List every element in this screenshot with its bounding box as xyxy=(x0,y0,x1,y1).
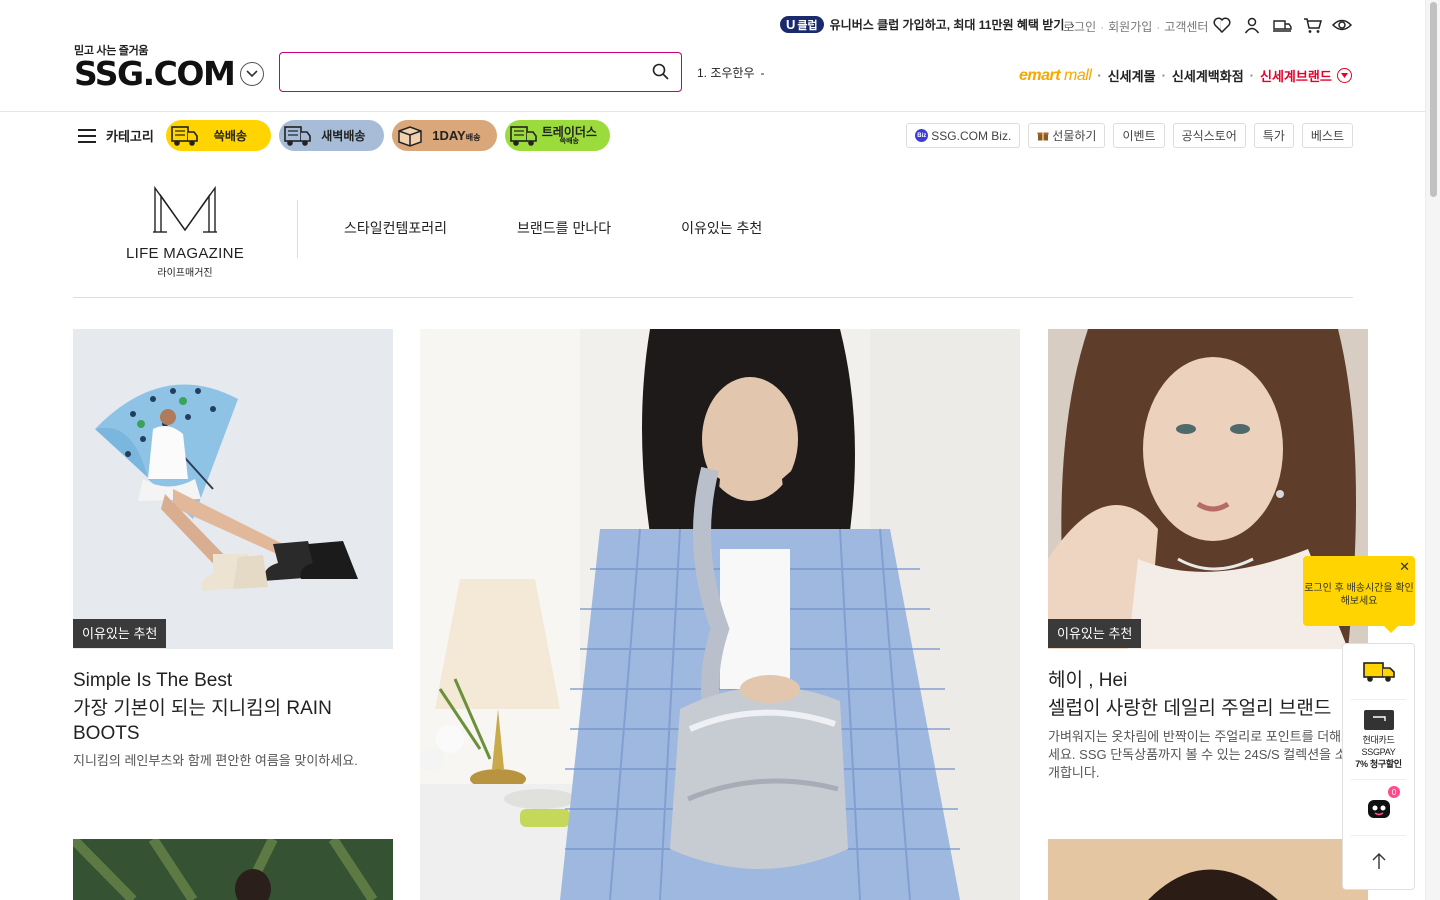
dawn-delivery-pill[interactable]: 새벽배송 xyxy=(278,120,384,151)
signup-link[interactable]: 회원가입 xyxy=(1108,18,1152,35)
box-icon xyxy=(392,120,428,151)
article-image-next-2[interactable] xyxy=(1048,839,1368,900)
official-store-link[interactable]: 공식스토어 xyxy=(1172,123,1246,148)
chevron-down-icon[interactable] xyxy=(240,62,265,86)
scrollbar-thumb[interactable] xyxy=(1430,2,1437,197)
biz-badge-icon: Biz xyxy=(915,129,929,142)
event-link[interactable]: 이벤트 xyxy=(1113,123,1165,148)
delivery-icon[interactable] xyxy=(1272,14,1292,36)
user-icon[interactable] xyxy=(1242,14,1262,36)
floating-side-widget: 현대카드 SSGPAY 7% 청구할인 0 xyxy=(1342,643,1415,890)
utility-icons xyxy=(1212,14,1352,36)
quick-links: Biz SSG.COM Biz. 선물하기 이벤트 공식스토어 특가 베스트 xyxy=(906,123,1353,148)
ssg-biz-link[interactable]: Biz SSG.COM Biz. xyxy=(906,123,1021,148)
divider xyxy=(297,200,298,258)
hamburger-icon xyxy=(78,128,96,143)
cart-icon[interactable] xyxy=(1302,14,1322,36)
site-logo[interactable]: 믿고 사는 즐거움 SSG.COM xyxy=(74,42,265,93)
scroll-to-top-button[interactable] xyxy=(1343,836,1414,886)
search-input[interactable] xyxy=(292,53,632,89)
article-description: 가벼워지는 옷차림에 반짝이는 주얼리로 포인트를 더해보세요. SSG 단독상… xyxy=(1048,729,1354,780)
article-image-fashion-feature[interactable] xyxy=(420,329,1020,900)
hyundai-card-promo[interactable]: 현대카드 SSGPAY 7% 청구할인 xyxy=(1351,700,1406,780)
nav-meet-brand[interactable]: 브랜드를 만나다 xyxy=(517,218,611,238)
truck-icon xyxy=(1362,661,1395,682)
shinsegae-brand-link[interactable]: 신세계브랜드 xyxy=(1260,66,1332,85)
chat-count-badge: 0 xyxy=(1388,786,1400,798)
category-tag: 이유있는 추천 xyxy=(73,619,167,648)
article-title-en[interactable]: Simple Is The Best xyxy=(73,668,393,693)
global-header: U 클럽 유니버스 클럽 가입하고, 최대 11만원 혜택 받기 › 로그인 · … xyxy=(0,0,1425,112)
magazine-title: LIFE MAGAZINE xyxy=(125,245,245,262)
article-image-next-1[interactable] xyxy=(73,839,393,900)
shinsegae-dept-link[interactable]: 신세계백화점 xyxy=(1172,66,1244,85)
login-link[interactable]: 로그인 xyxy=(1063,18,1096,35)
life-magazine-logo[interactable]: LIFE MAGAZINE 라이프매거진 xyxy=(122,185,248,279)
category-tag: 이유있는 추천 xyxy=(1048,619,1142,648)
trending-keyword[interactable]: 1. 조우한우 - xyxy=(697,64,765,81)
article-title-ko[interactable]: 셀럽이 사랑한 데일리 주얼리 브랜드 xyxy=(1048,696,1368,721)
customer-center-link[interactable]: 고객센터 xyxy=(1164,18,1208,35)
ssg-delivery-pill[interactable]: 쓱배송 xyxy=(165,120,271,151)
member-links: 로그인 · 회원가입 · 고객센터 xyxy=(1063,18,1222,35)
delivery-time-tooltip: ✕ 로그인 후 배송시간을 확인해보세요 xyxy=(1303,556,1415,633)
oneday-delivery-pill[interactable]: 1DAY배송 xyxy=(391,120,497,151)
shinsegae-mall-link[interactable]: 신세계몰 xyxy=(1108,66,1156,85)
chatbot-icon xyxy=(1367,799,1390,818)
emart-mall-link[interactable]: emart mall xyxy=(1019,67,1092,85)
magazine-nav: 스타일컨템포러리 브랜드를 만나다 이유있는 추천 xyxy=(344,218,832,238)
promo-text: 유니버스 클럽 가입하고, 최대 11만원 혜택 받기 xyxy=(829,18,1065,32)
article-description: 지니킴의 레인부츠와 함께 편안한 여름을 맞이하세요. xyxy=(73,753,358,768)
article-image-rain-boots[interactable] xyxy=(73,329,393,649)
mall-links: emart mall · 신세계몰 · 신세계백화점 · 신세계브랜드 xyxy=(1019,66,1352,85)
divider xyxy=(73,297,1353,298)
special-price-link[interactable]: 특가 xyxy=(1253,123,1294,148)
article-title-ko[interactable]: 가장 기본이 되는 지니킴의 RAIN BOOTS xyxy=(73,696,393,746)
category-bar: 카테고리 쓱배송 새벽배송 1DAY배송 트레이더스 쓱배송 xyxy=(78,120,618,151)
chat-bot-button[interactable]: 0 xyxy=(1351,780,1406,836)
eye-icon[interactable] xyxy=(1332,14,1352,36)
magazine-m-icon xyxy=(153,185,217,233)
heart-icon[interactable] xyxy=(1212,14,1232,36)
u-club-badge: U 클럽 xyxy=(780,16,824,33)
universe-club-promo[interactable]: U 클럽 유니버스 클럽 가입하고, 최대 11만원 혜택 받기 › xyxy=(780,16,1074,33)
truck-icon xyxy=(505,120,541,151)
traders-delivery-pill[interactable]: 트레이더스 쓱배송 xyxy=(504,120,610,151)
magazine-subtitle: 라이프매거진 xyxy=(157,268,213,279)
search-box xyxy=(279,52,682,92)
article-title-en[interactable]: 헤이 , Hei xyxy=(1048,668,1368,693)
best-link[interactable]: 베스트 xyxy=(1301,123,1353,148)
nav-style-contemporary[interactable]: 스타일컨템포러리 xyxy=(344,218,447,238)
tooltip-text: 로그인 후 배송시간을 확인해보세요 xyxy=(1304,583,1414,607)
close-icon[interactable]: ✕ xyxy=(1399,560,1410,573)
chevron-down-circle-icon[interactable] xyxy=(1336,68,1352,83)
gift-link[interactable]: 선물하기 xyxy=(1028,123,1106,148)
vertical-scrollbar[interactable] xyxy=(1425,0,1440,900)
truck-icon xyxy=(166,120,202,151)
credit-card-icon xyxy=(1363,709,1394,730)
arrow-up-icon xyxy=(1372,853,1385,869)
logo-text: SSG.COM xyxy=(74,54,236,93)
truck-icon xyxy=(279,120,315,151)
category-button[interactable]: 카테고리 xyxy=(78,126,154,145)
nav-recommend[interactable]: 이유있는 추천 xyxy=(681,218,762,238)
delivery-time-button[interactable] xyxy=(1351,644,1406,700)
search-icon[interactable] xyxy=(652,63,669,85)
gift-icon xyxy=(1037,132,1049,141)
